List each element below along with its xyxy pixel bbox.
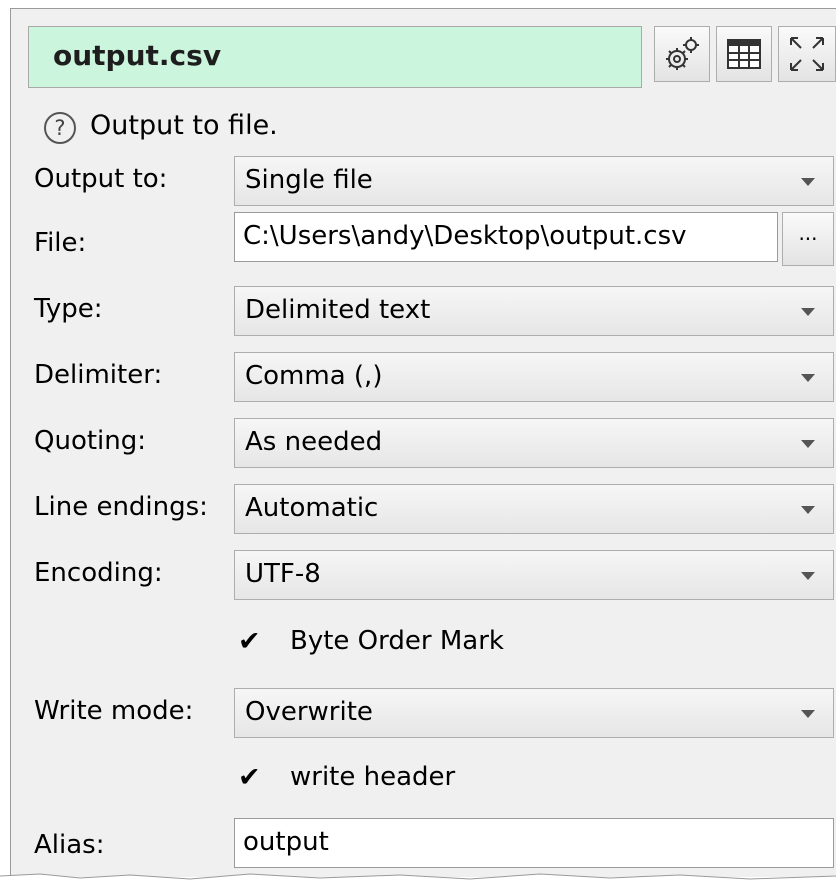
- maximize-button[interactable]: [778, 26, 836, 82]
- file-path-input[interactable]: C:\Users\andy\Desktop\output.csv: [234, 212, 778, 262]
- write-header-label[interactable]: write header: [290, 762, 455, 792]
- delimiter-value: Comma (,): [245, 361, 383, 391]
- type-label: Type:: [34, 294, 103, 324]
- quoting-value: As needed: [245, 427, 383, 457]
- chevron-down-icon: [801, 710, 815, 718]
- settings-button[interactable]: [654, 26, 710, 82]
- table-view-icon: [727, 39, 761, 69]
- encoding-value: UTF-8: [245, 559, 321, 589]
- type-value: Delimited text: [245, 295, 431, 325]
- node-name-text: output.csv: [53, 39, 222, 72]
- node-name-field[interactable]: output.csv: [28, 26, 642, 88]
- chevron-down-icon: [801, 374, 815, 382]
- browse-button[interactable]: ...: [782, 212, 834, 266]
- settings-gears-icon: [666, 37, 699, 70]
- chevron-down-icon: [801, 506, 815, 514]
- output-to-value: Single file: [245, 165, 373, 195]
- chevron-down-icon: [801, 572, 815, 580]
- delimiter-label: Delimiter:: [34, 360, 163, 390]
- output-to-dropdown[interactable]: Single file: [234, 156, 834, 206]
- write-header-checkbox[interactable]: ✔: [238, 762, 261, 793]
- line-endings-dropdown[interactable]: Automatic: [234, 484, 834, 534]
- delimiter-dropdown[interactable]: Comma (,): [234, 352, 834, 402]
- write-mode-label: Write mode:: [34, 696, 194, 726]
- line-endings-label: Line endings:: [34, 492, 208, 522]
- bom-label[interactable]: Byte Order Mark: [290, 626, 504, 656]
- type-dropdown[interactable]: Delimited text: [234, 286, 834, 336]
- bom-checkbox[interactable]: ✔: [238, 626, 261, 657]
- write-mode-value: Overwrite: [245, 697, 373, 727]
- file-path-value: C:\Users\andy\Desktop\output.csv: [243, 221, 687, 251]
- encoding-dropdown[interactable]: UTF-8: [234, 550, 834, 600]
- expand-icon: [790, 37, 824, 71]
- line-endings-value: Automatic: [245, 493, 379, 523]
- alias-value: output: [243, 827, 329, 857]
- chevron-down-icon: [801, 440, 815, 448]
- torn-edge: [0, 873, 836, 884]
- quoting-dropdown[interactable]: As needed: [234, 418, 834, 468]
- help-text: Output to file.: [90, 110, 278, 141]
- quoting-label: Quoting:: [34, 426, 147, 456]
- chevron-down-icon: [801, 178, 815, 186]
- table-view-button[interactable]: [716, 26, 772, 82]
- alias-label: Alias:: [34, 830, 105, 860]
- file-label: File:: [34, 228, 87, 258]
- help-icon[interactable]: ?: [44, 112, 76, 144]
- encoding-label: Encoding:: [34, 558, 163, 588]
- write-mode-dropdown[interactable]: Overwrite: [234, 688, 834, 738]
- alias-input[interactable]: output: [234, 818, 834, 868]
- chevron-down-icon: [801, 308, 815, 316]
- output-to-label: Output to:: [34, 164, 168, 194]
